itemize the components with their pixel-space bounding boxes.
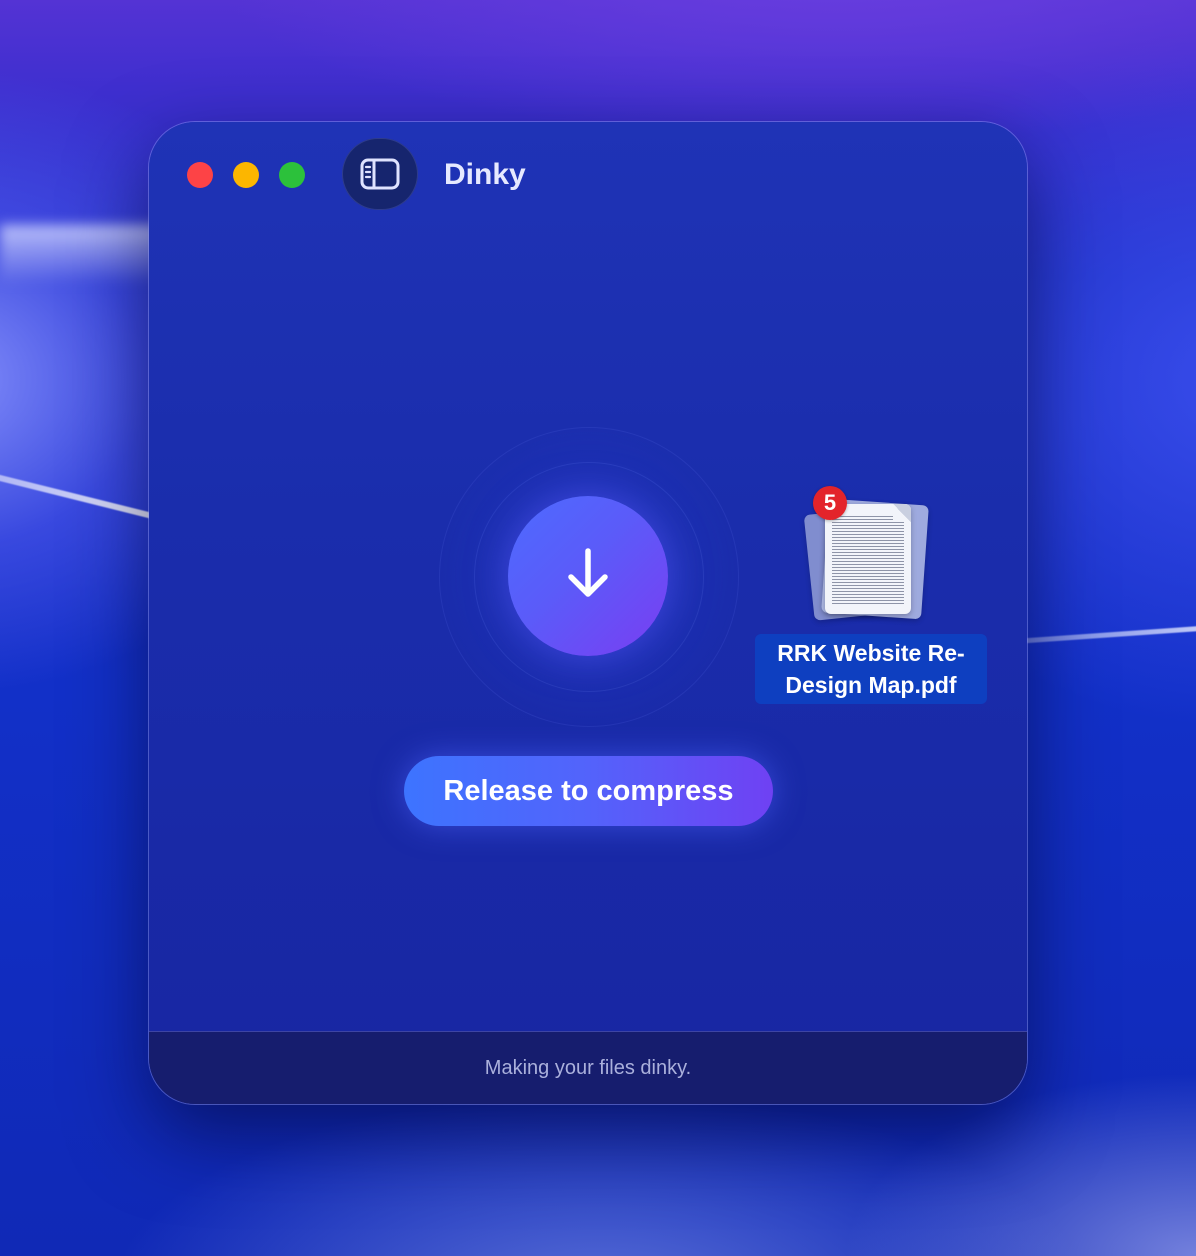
- dragged-files[interactable]: 5 RRK Website Re-Design Map.pdf: [755, 484, 987, 704]
- zoom-button[interactable]: [279, 162, 305, 188]
- sidebar-toggle-button[interactable]: [342, 138, 418, 210]
- wallpaper-streak: [999, 623, 1196, 645]
- drop-zone-target[interactable]: [508, 496, 668, 656]
- status-text: Making your files dinky.: [484, 1056, 692, 1079]
- dragged-file-name: RRK Website Re-Design Map.pdf: [755, 634, 987, 704]
- status-footer: Making your files dinky.: [149, 1031, 1027, 1104]
- app-window: Dinky Release to compress 5 RRK Website …: [149, 122, 1027, 1104]
- desktop-background: Dinky Release to compress 5 RRK Website …: [0, 0, 1196, 1256]
- minimize-button[interactable]: [233, 162, 259, 188]
- document-page-front: [825, 504, 911, 614]
- close-button[interactable]: [187, 162, 213, 188]
- file-count-badge: 5: [813, 486, 847, 520]
- title-bar[interactable]: Dinky: [149, 122, 1027, 228]
- release-to-compress-button[interactable]: Release to compress: [404, 756, 773, 826]
- wallpaper-glow: [0, 225, 160, 285]
- arrow-down-icon: [564, 547, 612, 606]
- sidebar-icon: [360, 158, 400, 190]
- window-title: Dinky: [444, 158, 526, 191]
